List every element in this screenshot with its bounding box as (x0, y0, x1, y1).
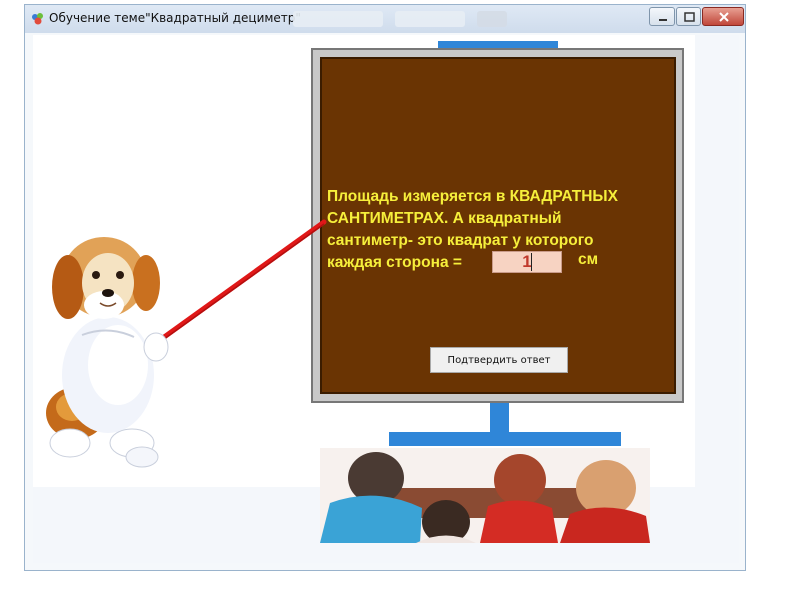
dog-illustration (46, 237, 169, 468)
children-photo (320, 448, 650, 543)
